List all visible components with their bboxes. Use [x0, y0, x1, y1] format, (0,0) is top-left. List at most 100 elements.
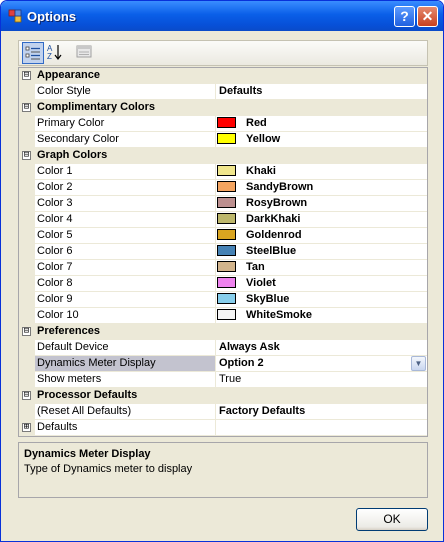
property-name: Defaults — [37, 421, 78, 433]
property-value[interactable]: SandyBrown — [246, 181, 313, 193]
category-row[interactable]: ⊟ Preferences — [19, 324, 427, 340]
color-swatch — [217, 293, 236, 304]
category-label: Processor Defaults — [37, 389, 138, 401]
property-row[interactable]: Color 4 DarkKhaki — [19, 212, 427, 228]
property-row[interactable]: Primary Color Red — [19, 116, 427, 132]
collapse-icon[interactable]: ⊟ — [22, 103, 31, 112]
column-divider[interactable] — [215, 308, 216, 323]
column-divider[interactable] — [215, 356, 216, 371]
column-divider[interactable] — [215, 404, 216, 419]
close-button[interactable]: ✕ — [417, 6, 438, 27]
row-margin: ⊟ — [19, 324, 35, 340]
chevron-down-icon[interactable]: ▼ — [411, 356, 426, 371]
property-value[interactable]: Always Ask — [219, 341, 280, 353]
collapse-icon[interactable]: ⊟ — [22, 71, 31, 80]
color-swatch — [217, 165, 236, 176]
property-value[interactable]: DarkKhaki — [246, 213, 300, 225]
property-row[interactable]: Color 5 Goldenrod — [19, 228, 427, 244]
property-value[interactable]: Khaki — [246, 165, 276, 177]
property-value[interactable]: RosyBrown — [246, 197, 307, 209]
property-value[interactable]: Tan — [246, 261, 265, 273]
property-value[interactable]: Defaults — [219, 85, 262, 97]
column-divider[interactable] — [215, 132, 216, 147]
property-row[interactable]: (Reset All Defaults) Factory Defaults — [19, 404, 427, 420]
property-pages-button[interactable] — [74, 42, 96, 64]
row-margin — [19, 116, 35, 132]
alphabetical-button[interactable]: A Z — [45, 42, 67, 64]
category-row[interactable]: ⊟ Graph Colors — [19, 148, 427, 164]
color-swatch — [217, 213, 236, 224]
row-margin — [19, 164, 35, 180]
row-margin — [19, 276, 35, 292]
column-divider[interactable] — [215, 84, 216, 99]
property-row[interactable]: Color 6 SteelBlue — [19, 244, 427, 260]
category-row[interactable]: ⊟ Appearance — [19, 68, 427, 84]
property-name: Color 9 — [37, 293, 73, 305]
property-value[interactable]: Yellow — [246, 133, 280, 145]
property-row[interactable]: Color 1 Khaki — [19, 164, 427, 180]
property-name: Color 3 — [37, 197, 73, 209]
property-value[interactable]: Goldenrod — [246, 229, 302, 241]
property-value[interactable]: WhiteSmoke — [246, 309, 312, 321]
property-row[interactable]: Show meters True — [19, 372, 427, 388]
property-row[interactable]: Color 10 WhiteSmoke — [19, 308, 427, 324]
category-row[interactable]: ⊟ Processor Defaults — [19, 388, 427, 404]
column-divider[interactable] — [215, 340, 216, 355]
help-button[interactable]: ? — [394, 6, 415, 27]
property-row[interactable]: Dynamics Meter Display Option 2 ▼ — [19, 356, 427, 372]
property-row[interactable]: ⊞ Defaults — [19, 420, 427, 436]
property-row[interactable]: Color 8 Violet — [19, 276, 427, 292]
category-label: Appearance — [37, 69, 100, 81]
help-title: Dynamics Meter Display — [24, 448, 151, 460]
property-value[interactable]: Violet — [246, 277, 276, 289]
column-divider[interactable] — [215, 260, 216, 275]
row-margin: ⊟ — [19, 68, 35, 84]
column-divider[interactable] — [215, 116, 216, 131]
property-value[interactable]: Option 2 — [219, 357, 264, 369]
property-value[interactable]: SteelBlue — [246, 245, 296, 257]
property-row[interactable]: Color 3 RosyBrown — [19, 196, 427, 212]
category-row[interactable]: ⊟ Complimentary Colors — [19, 100, 427, 116]
color-swatch — [217, 117, 236, 128]
row-margin: ⊟ — [19, 100, 35, 116]
collapse-icon[interactable]: ⊟ — [22, 151, 31, 160]
column-divider[interactable] — [215, 212, 216, 227]
property-name: Color 2 — [37, 181, 73, 193]
title-bar[interactable]: Options ? ✕ — [1, 1, 443, 31]
property-row[interactable]: Default Device Always Ask — [19, 340, 427, 356]
property-value[interactable]: True — [219, 373, 241, 385]
categorized-button[interactable] — [22, 42, 44, 64]
collapse-icon[interactable]: ⊟ — [22, 391, 31, 400]
column-divider[interactable] — [215, 372, 216, 387]
property-grid-toolbar: A Z — [18, 40, 428, 66]
property-name: Color 1 — [37, 165, 73, 177]
category-label: Preferences — [37, 325, 100, 337]
property-row[interactable]: Color 2 SandyBrown — [19, 180, 427, 196]
color-swatch — [217, 197, 236, 208]
property-value[interactable]: Red — [246, 117, 267, 129]
column-divider[interactable] — [215, 228, 216, 243]
column-divider[interactable] — [215, 164, 216, 179]
row-margin: ⊞ — [19, 420, 35, 436]
property-row[interactable]: Secondary Color Yellow — [19, 132, 427, 148]
property-row[interactable]: Color Style Defaults — [19, 84, 427, 100]
property-row[interactable]: Color 9 SkyBlue — [19, 292, 427, 308]
column-divider[interactable] — [215, 244, 216, 259]
column-divider[interactable] — [215, 196, 216, 211]
property-row[interactable]: Color 7 Tan — [19, 260, 427, 276]
column-divider[interactable] — [215, 180, 216, 195]
property-value[interactable]: Factory Defaults — [219, 405, 305, 417]
expand-icon[interactable]: ⊞ — [22, 423, 31, 432]
row-margin — [19, 180, 35, 196]
column-divider[interactable] — [215, 276, 216, 291]
row-margin: ⊟ — [19, 148, 35, 164]
property-name: Default Device — [37, 341, 109, 353]
column-divider[interactable] — [215, 420, 216, 435]
row-margin — [19, 372, 35, 388]
collapse-icon[interactable]: ⊟ — [22, 327, 31, 336]
column-divider[interactable] — [215, 292, 216, 307]
property-value[interactable]: SkyBlue — [246, 293, 289, 305]
property-name: Color 7 — [37, 261, 73, 273]
ok-button[interactable]: OK — [356, 508, 428, 531]
help-description: Type of Dynamics meter to display — [24, 463, 193, 475]
